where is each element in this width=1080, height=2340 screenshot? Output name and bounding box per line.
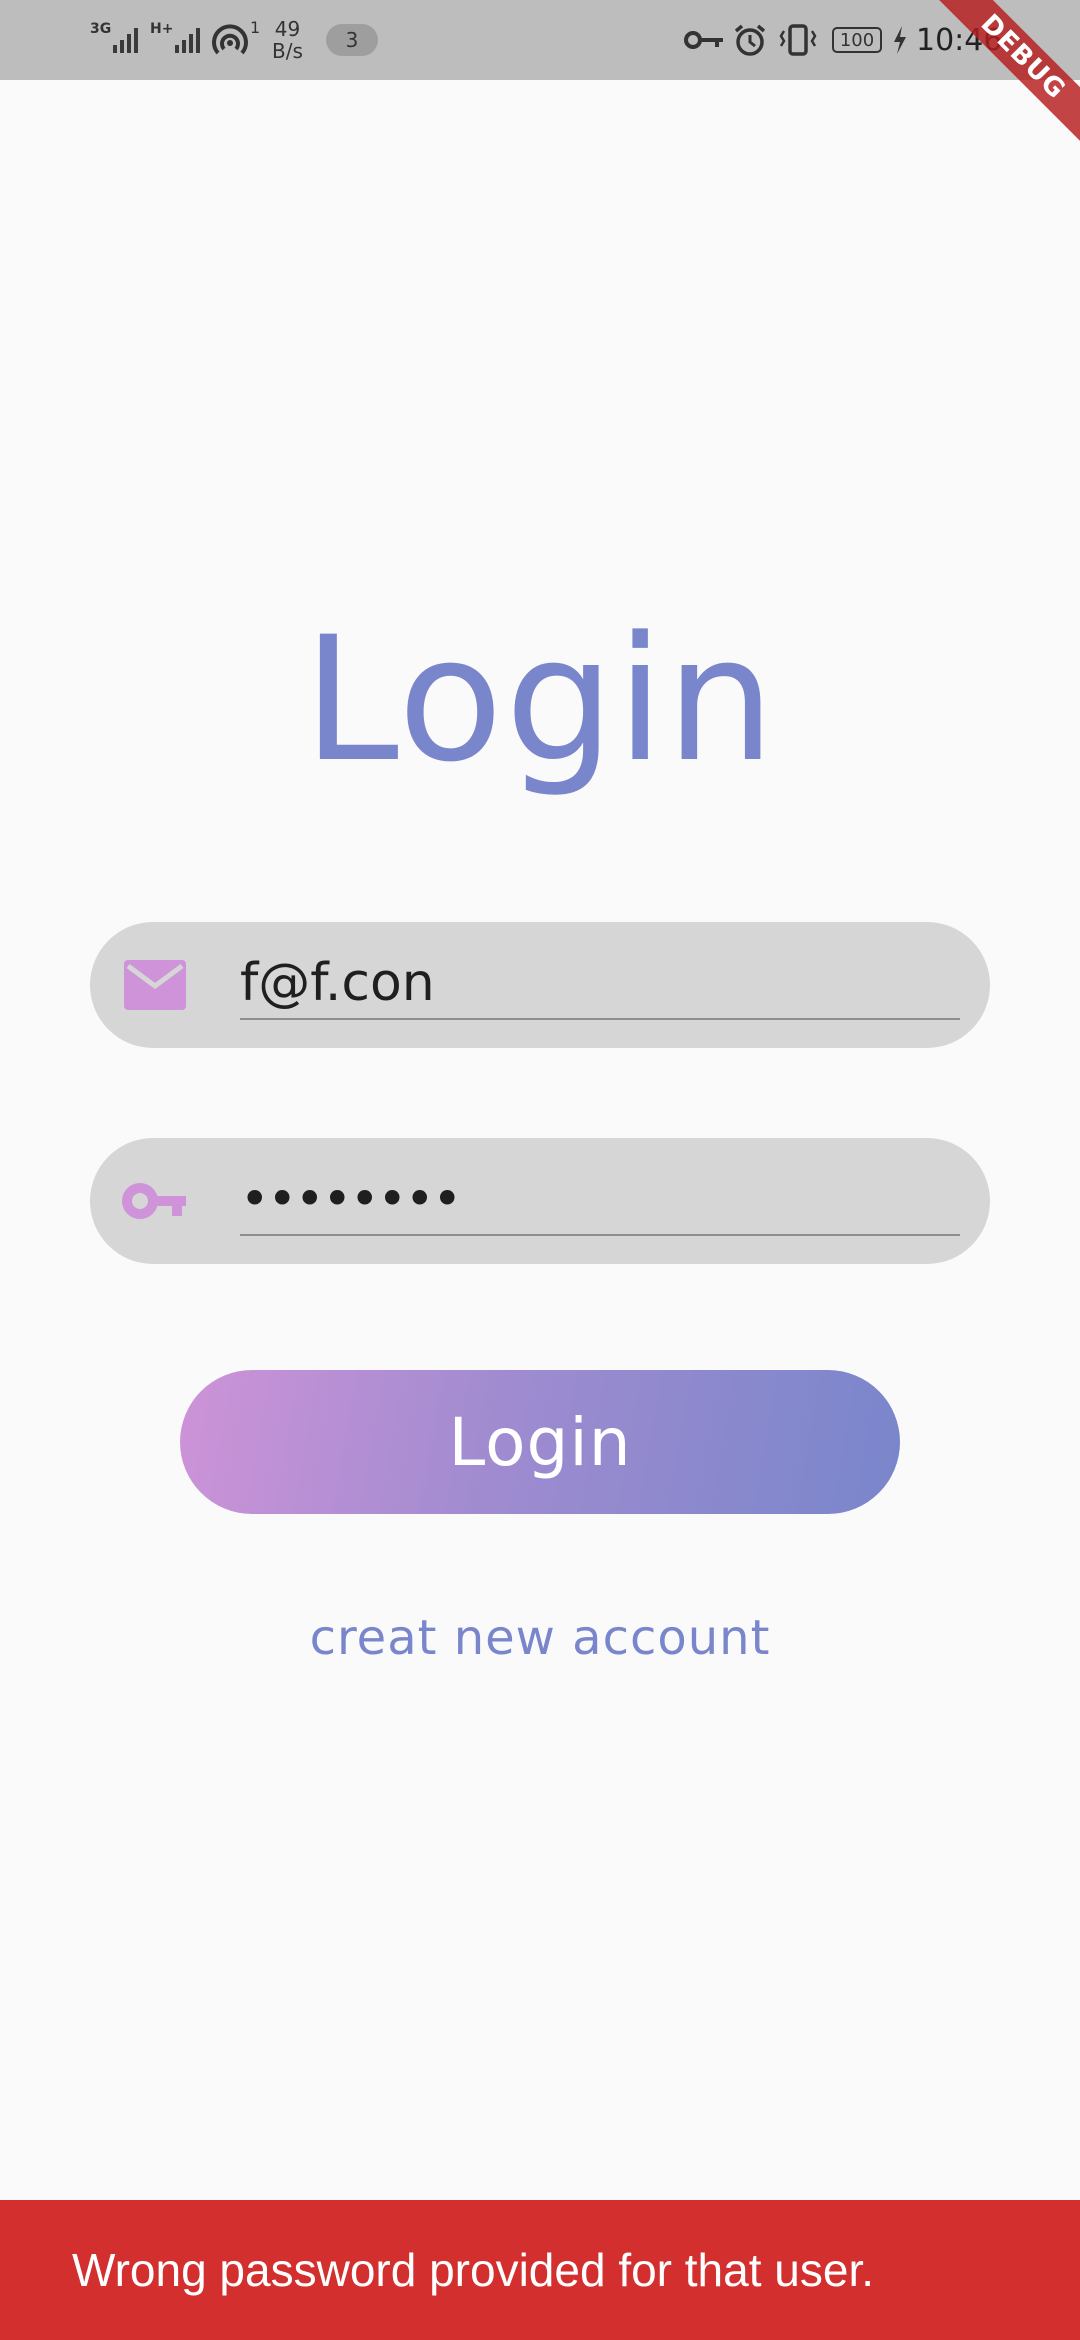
network-type-label: 3G [90,21,112,37]
alarm-icon [732,0,768,80]
login-button[interactable]: Login [180,1370,900,1514]
status-bar: 3G H+ 1 49 B/s 3 100 10:46 [0,0,1080,80]
signal-hplus-indicator: H+ [150,0,201,80]
login-screen: 3G H+ 1 49 B/s 3 100 10:46 DEBUG Login f… [0,0,1080,2340]
battery-level: 100 [832,27,882,53]
page-title: Login [302,599,777,800]
email-input[interactable]: f@f.con [240,948,960,1020]
vibrate-icon [778,0,818,80]
key-icon [122,1183,186,1219]
signal-bars-icon [175,27,201,53]
network-type-label: H+ [150,21,174,37]
email-field[interactable]: f@f.con [90,922,990,1048]
vpn-key-icon [684,0,724,80]
speed-unit: B/s [272,39,303,63]
email-icon [124,960,186,1010]
hotspot-indicator: 1 [210,0,260,80]
speed-value: 49 [274,17,301,41]
hotspot-count: 1 [250,18,261,37]
battery-indicator: 100 [832,0,882,80]
signal-3g-indicator: 3G [90,0,139,80]
error-snackbar: Wrong password provided for that user. [0,2200,1080,2340]
password-input[interactable]: •••••••• [240,1164,960,1236]
notification-count-badge: 3 [326,0,378,80]
hotspot-icon [212,24,248,55]
snackbar-message: Wrong password provided for that user. [72,2244,875,2296]
password-field[interactable]: •••••••• [90,1138,990,1264]
create-account-link[interactable]: creat new account [0,1610,1080,1666]
network-speed: 49 B/s [272,0,303,80]
charging-icon [892,0,908,80]
signal-bars-icon [113,27,139,53]
